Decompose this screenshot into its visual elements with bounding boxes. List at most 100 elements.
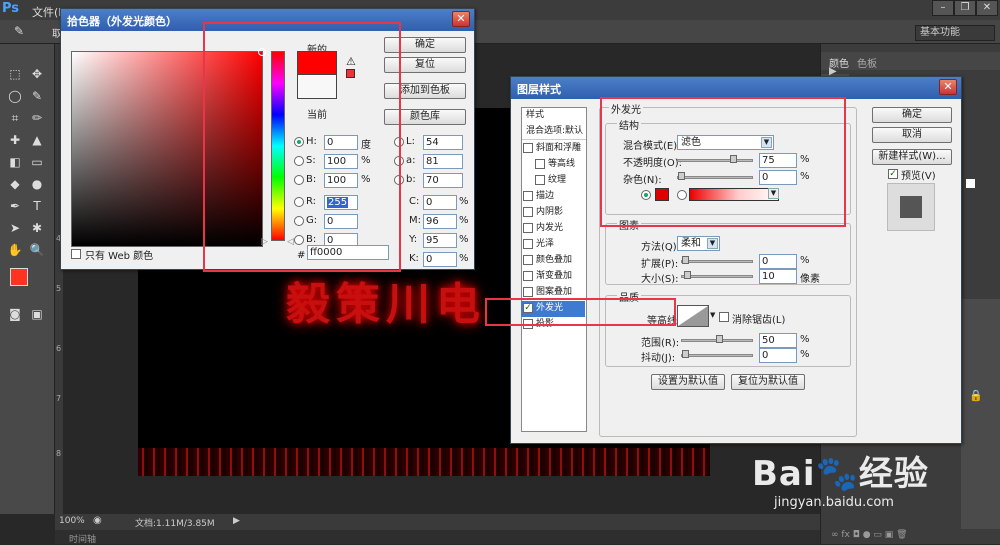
foreground-color-swatch[interactable] <box>10 268 28 286</box>
new-style-button[interactable]: 新建样式(W)... <box>872 149 952 165</box>
web-colors-checkbox[interactable] <box>71 249 81 259</box>
style-item[interactable]: 斜面和浮雕 <box>521 141 585 157</box>
zoom-level[interactable]: 100% <box>59 516 85 526</box>
blending-options[interactable]: 混合选项:默认 <box>522 124 586 140</box>
style-item-checkbox[interactable] <box>523 254 533 265</box>
style-item-checkbox[interactable] <box>523 222 533 233</box>
spread-field[interactable]: 0 <box>759 254 797 269</box>
layer-style-close-icon[interactable]: ✕ <box>939 79 957 95</box>
lock-icon[interactable]: 🔒 <box>969 389 983 402</box>
watermark-suffix: 经验 <box>858 454 929 494</box>
style-item-checkbox[interactable] <box>523 238 533 249</box>
size-field[interactable]: 10 <box>759 269 797 284</box>
jitter-label: 抖动(J): <box>641 353 676 364</box>
workspace-select[interactable]: 基本功能 <box>915 25 995 41</box>
layer-style-ok-button[interactable]: 确定 <box>872 107 952 123</box>
pen-tool-icon[interactable]: ✒ <box>6 198 24 214</box>
lab-b-field[interactable]: 70 <box>423 173 463 188</box>
style-item[interactable]: 内阴影 <box>521 205 585 221</box>
style-item[interactable]: 颜色叠加 <box>521 253 585 269</box>
styles-header[interactable]: 样式 <box>522 108 586 124</box>
spread-slider[interactable] <box>681 256 753 264</box>
eyedropper-icon[interactable]: ✎ <box>14 24 24 38</box>
blur-tool-icon[interactable]: ◆ <box>6 176 24 192</box>
style-item[interactable]: 描边 <box>521 189 585 205</box>
reset-default-button[interactable]: 复位为默认值 <box>731 374 805 390</box>
restore-icon[interactable]: ❐ <box>954 0 976 16</box>
style-item-checkbox[interactable] <box>523 206 533 217</box>
style-item[interactable]: 渐变叠加 <box>521 269 585 285</box>
jitter-slider[interactable] <box>681 350 753 358</box>
y-unit: % <box>459 234 469 245</box>
healing-tool-icon[interactable]: ✚ <box>6 132 24 148</box>
timeline-label[interactable]: 时间轴 <box>69 532 96 545</box>
spread-thumb[interactable] <box>682 256 689 264</box>
size-thumb[interactable] <box>684 271 691 279</box>
gradient-tool-icon[interactable]: ▭ <box>28 154 46 170</box>
style-item-checkbox[interactable] <box>535 158 545 169</box>
range-unit: % <box>800 334 810 345</box>
crop-tool-icon[interactable]: ⌗ <box>6 110 24 126</box>
m-unit: % <box>459 215 469 226</box>
c-field[interactable]: 0 <box>423 195 457 210</box>
ruler-mark: 5 <box>56 284 62 293</box>
size-slider[interactable] <box>681 271 753 279</box>
a-field[interactable]: 81 <box>423 154 463 169</box>
glowing-text-layer: 毅策川电 <box>286 279 486 330</box>
layer-style-cancel-button[interactable]: 取消 <box>872 127 952 143</box>
lasso-tool-icon[interactable]: ◯ <box>6 88 24 104</box>
watermark-url: jingyan.baidu.com <box>774 495 894 510</box>
style-item[interactable]: 光泽 <box>521 237 585 253</box>
k-field[interactable]: 0 <box>423 252 457 267</box>
jitter-field[interactable]: 0 <box>759 348 797 363</box>
range-slider[interactable] <box>681 335 753 343</box>
eyedropper-tool-icon[interactable]: ✎ <box>28 88 46 104</box>
dodge-tool-icon[interactable]: ● <box>28 176 46 192</box>
range-thumb[interactable] <box>716 335 723 343</box>
chevron-down-icon[interactable]: ▼ <box>710 311 715 319</box>
style-item-checkbox[interactable] <box>523 142 533 153</box>
stamp-tool-icon[interactable]: ▲ <box>28 132 46 148</box>
doc-info-icon[interactable]: ◉ <box>93 515 102 526</box>
picker-close-icon[interactable]: ✕ <box>452 11 470 27</box>
l-field[interactable]: 54 <box>423 135 463 150</box>
jitter-thumb[interactable] <box>682 350 689 358</box>
baidu-watermark: Bai🐾经验 jingyan.baidu.com <box>752 446 992 526</box>
style-item[interactable]: 等高线 <box>521 157 585 173</box>
style-item-checkbox[interactable] <box>523 286 533 297</box>
quick-mask-icon[interactable]: ◙ <box>6 306 24 322</box>
range-field[interactable]: 50 <box>759 333 797 348</box>
style-item-checkbox[interactable] <box>523 190 533 201</box>
eraser-tool-icon[interactable]: ◧ <box>6 154 24 170</box>
marquee-tool-icon[interactable]: ⬚ <box>6 66 24 82</box>
style-item-checkbox[interactable] <box>523 270 533 281</box>
layer-fx-icon[interactable]: ∞ fx ◘ ● ▭ ▣ 🗑 <box>831 530 1000 544</box>
panel-white-swatch[interactable] <box>966 179 975 188</box>
l-label: L: <box>406 136 415 147</box>
shape-tool-icon[interactable]: ✱ <box>28 220 46 236</box>
contour-picker[interactable] <box>677 305 709 327</box>
status-arrow-icon[interactable]: ▶ <box>233 516 240 526</box>
antialias-checkbox[interactable] <box>719 312 729 322</box>
brush-tool-icon[interactable]: ✏ <box>28 110 46 126</box>
style-item[interactable]: 纹理 <box>521 173 585 189</box>
type-tool-icon[interactable]: T <box>28 198 46 214</box>
preview-checkbox[interactable]: ✓ <box>888 169 898 179</box>
move-tool-icon[interactable]: ✥ <box>28 66 46 82</box>
style-item-checkbox[interactable] <box>535 174 545 185</box>
make-default-button[interactable]: 设置为默认值 <box>651 374 725 390</box>
minimize-icon[interactable]: – <box>932 0 954 16</box>
path-select-tool-icon[interactable]: ➤ <box>6 220 24 236</box>
style-item-label: 颜色叠加 <box>536 255 573 265</box>
jitter-unit: % <box>800 349 810 360</box>
m-field[interactable]: 96 <box>423 214 457 229</box>
size-unit: 像素 <box>800 274 820 285</box>
y-field[interactable]: 95 <box>423 233 457 248</box>
method-select[interactable]: 柔和 ▼ <box>677 236 720 251</box>
close-icon[interactable]: ✕ <box>976 0 998 16</box>
style-item[interactable]: 内发光 <box>521 221 585 237</box>
zoom-tool-icon[interactable]: 🔍 <box>28 242 46 258</box>
hand-tool-icon[interactable]: ✋ <box>6 242 24 258</box>
tab-swatches[interactable]: 色板 <box>857 55 877 70</box>
screen-mode-icon[interactable]: ▣ <box>28 306 46 322</box>
